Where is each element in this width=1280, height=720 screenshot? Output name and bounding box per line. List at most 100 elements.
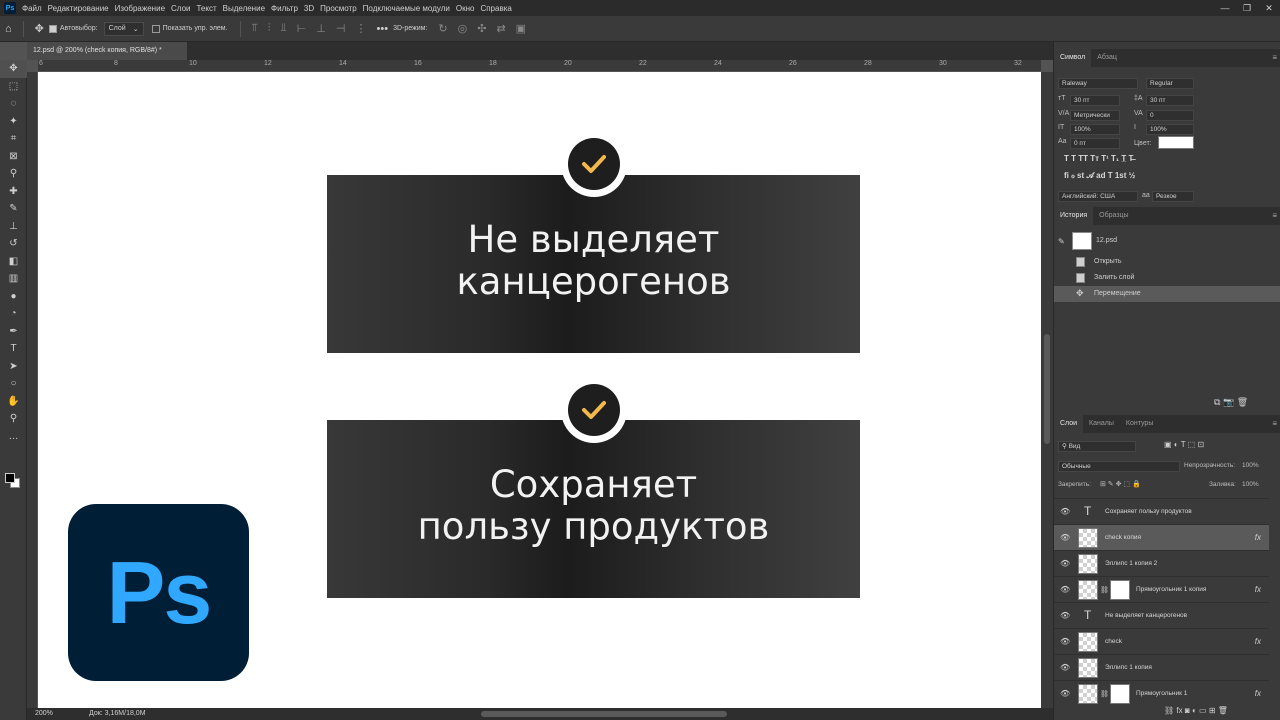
history-item[interactable]: ✥ Перемещение xyxy=(1054,286,1280,302)
vertical-scale-field[interactable]: 100% xyxy=(1070,124,1120,135)
eraser-tool-icon[interactable]: ◧ xyxy=(0,253,27,271)
eye-icon[interactable]: 👁 xyxy=(1060,663,1070,672)
text-color-swatch[interactable] xyxy=(1158,136,1194,149)
type-tool-icon[interactable]: T xyxy=(0,340,27,358)
history-snapshot[interactable]: ✎ 12.psd xyxy=(1054,230,1280,252)
gradient-tool-icon[interactable]: ▥ xyxy=(0,270,27,288)
menu-filter[interactable]: Фильтр xyxy=(271,4,298,13)
zoom-level[interactable]: 200% xyxy=(35,710,53,717)
tracking-field[interactable]: 0 xyxy=(1146,110,1194,121)
frame-tool-icon[interactable]: ⊠ xyxy=(0,148,27,166)
home-icon[interactable]: ⌂ xyxy=(5,23,12,35)
panel-menu-icon[interactable]: ≡ xyxy=(1272,211,1277,220)
canvas-vertical-scrollbar[interactable] xyxy=(1041,72,1053,708)
delete-layer-icon[interactable]: 🗑 xyxy=(1218,706,1228,715)
antialias-select[interactable]: Резкое xyxy=(1152,191,1194,202)
document-tab[interactable]: 12.psd @ 200% (check копия, RGB/8#) * xyxy=(27,42,187,60)
kerning-field[interactable]: Метрически xyxy=(1070,110,1120,121)
layer-row[interactable]: 👁 Эллипс 1 копия xyxy=(1054,654,1269,680)
brush-tool-icon[interactable]: ✎ xyxy=(0,200,27,218)
add-mask-icon[interactable]: ◙ xyxy=(1185,706,1190,715)
eyedropper-tool-icon[interactable]: ⚲ xyxy=(0,165,27,183)
eye-icon[interactable]: 👁 xyxy=(1060,585,1070,594)
panel-menu-icon[interactable]: ≡ xyxy=(1272,53,1277,62)
layer-filter-select[interactable]: ⚲ Вид xyxy=(1058,441,1136,452)
healing-brush-tool-icon[interactable]: ✚ xyxy=(0,183,27,201)
layer-filter-icons[interactable]: ▣ ◐ T ⬚ ⊡ xyxy=(1164,440,1204,449)
3d-roll-icon[interactable]: ◎ xyxy=(458,22,468,35)
horizontal-scale-field[interactable]: 100% xyxy=(1146,124,1194,135)
pen-tool-icon[interactable]: ✒ xyxy=(0,323,27,341)
align-top-icon[interactable]: ⫪ xyxy=(252,22,258,35)
menu-help[interactable]: Справка xyxy=(480,4,511,13)
layer-row[interactable]: 👁 Эллипс 1 копия 2 xyxy=(1054,550,1269,576)
tab-character[interactable]: Символ xyxy=(1054,49,1092,67)
menu-edit[interactable]: Редактирование xyxy=(48,4,109,13)
3d-slide-icon[interactable]: ⇄ xyxy=(496,22,505,35)
eye-icon[interactable]: 👁 xyxy=(1060,533,1070,542)
opacity-value[interactable]: 100% xyxy=(1242,462,1259,469)
tab-paths[interactable]: Контуры xyxy=(1120,415,1159,433)
show-transform-checkbox[interactable] xyxy=(151,24,160,33)
magic-wand-tool-icon[interactable]: ✦ xyxy=(0,113,27,131)
blur-tool-icon[interactable]: ● xyxy=(0,288,27,306)
panel-menu-icon[interactable]: ≡ xyxy=(1272,419,1277,428)
autoselect-checkbox[interactable] xyxy=(48,24,57,33)
ellipse-tool-icon[interactable]: ○ xyxy=(0,375,27,393)
foreground-color-swatch[interactable] xyxy=(5,473,15,483)
align-bottom-icon[interactable]: ⫫ xyxy=(281,22,287,35)
lock-icons[interactable]: ⊞ ✎ ✥ ⬚ 🔒 xyxy=(1100,480,1141,488)
minimize-button[interactable]: — xyxy=(1214,0,1236,16)
adjustment-layer-icon[interactable]: ◐ xyxy=(1192,706,1197,715)
3d-scale-icon[interactable]: ▣ xyxy=(516,22,526,35)
new-layer-icon[interactable]: ⊞ xyxy=(1209,706,1216,715)
move-tool-preset-icon[interactable]: ✥ xyxy=(35,22,44,35)
history-item[interactable]: Залить слой xyxy=(1054,270,1280,286)
eye-icon[interactable]: 👁 xyxy=(1060,689,1070,698)
menu-view[interactable]: Просмотр xyxy=(320,4,357,13)
align-right-icon[interactable]: ⊣ xyxy=(336,22,346,35)
trash-icon[interactable]: 🗑 xyxy=(1237,397,1248,407)
align-vcenter-icon[interactable]: ⫶ xyxy=(268,22,271,35)
new-document-from-state-icon[interactable]: ⧉ xyxy=(1214,397,1220,407)
menu-select[interactable]: Выделение xyxy=(223,4,265,13)
menu-layers[interactable]: Слои xyxy=(171,4,190,13)
close-button[interactable]: ✕ xyxy=(1258,0,1280,16)
add-style-icon[interactable]: fx xyxy=(1176,706,1182,715)
layer-row[interactable]: 👁 T Не выделяет канцерогенов xyxy=(1054,602,1269,628)
layer-row[interactable]: 👁 ⛓ Прямоугольник 1 копия fx xyxy=(1054,576,1269,602)
layer-row[interactable]: 👁 ⛓ Прямоугольник 1 fx xyxy=(1054,680,1269,706)
tab-channels[interactable]: Каналы xyxy=(1083,415,1120,433)
eye-icon[interactable]: 👁 xyxy=(1060,611,1070,620)
camera-icon[interactable]: 📷 xyxy=(1223,397,1234,407)
new-group-icon[interactable]: ▭ xyxy=(1199,706,1207,715)
layer-row[interactable]: 👁 T Сохраняет пользу продуктов xyxy=(1054,498,1269,524)
layer-row[interactable]: 👁 check fx xyxy=(1054,628,1269,654)
tab-history[interactable]: История xyxy=(1054,207,1094,225)
tab-layers[interactable]: Слои xyxy=(1054,415,1084,433)
menu-file[interactable]: Файл xyxy=(22,4,42,13)
dodge-tool-icon[interactable]: ◔ xyxy=(0,305,27,323)
menu-type[interactable]: Текст xyxy=(196,4,216,13)
menu-image[interactable]: Изображение xyxy=(115,4,165,13)
menu-window[interactable]: Окно xyxy=(456,4,475,13)
scrollbar-thumb[interactable] xyxy=(1044,334,1050,444)
menu-3d[interactable]: 3D xyxy=(304,4,314,13)
baseline-shift-field[interactable]: 0 пт xyxy=(1070,138,1120,149)
eye-icon[interactable]: 👁 xyxy=(1060,559,1070,568)
more-options-icon[interactable]: ••• xyxy=(377,23,389,35)
fx-icon[interactable]: fx xyxy=(1255,637,1261,646)
restore-button[interactable]: ❐ xyxy=(1236,0,1258,16)
marquee-tool-icon[interactable]: ⬚ xyxy=(0,78,27,96)
lasso-tool-icon[interactable]: ◌ xyxy=(0,95,27,113)
leading-field[interactable]: 30 пт xyxy=(1146,95,1194,106)
hand-tool-icon[interactable]: ✋ xyxy=(0,393,27,411)
path-selection-tool-icon[interactable]: ➤ xyxy=(0,358,27,376)
more-tools-icon[interactable]: … xyxy=(0,428,27,446)
blend-mode-select[interactable]: Обычные xyxy=(1058,461,1180,472)
fx-icon[interactable]: fx xyxy=(1255,585,1261,594)
align-left-icon[interactable]: ⊢ xyxy=(297,22,307,35)
font-size-field[interactable]: 30 пт xyxy=(1070,95,1120,106)
eye-icon[interactable]: 👁 xyxy=(1060,637,1070,646)
tab-paragraph[interactable]: Абзац xyxy=(1091,49,1123,67)
